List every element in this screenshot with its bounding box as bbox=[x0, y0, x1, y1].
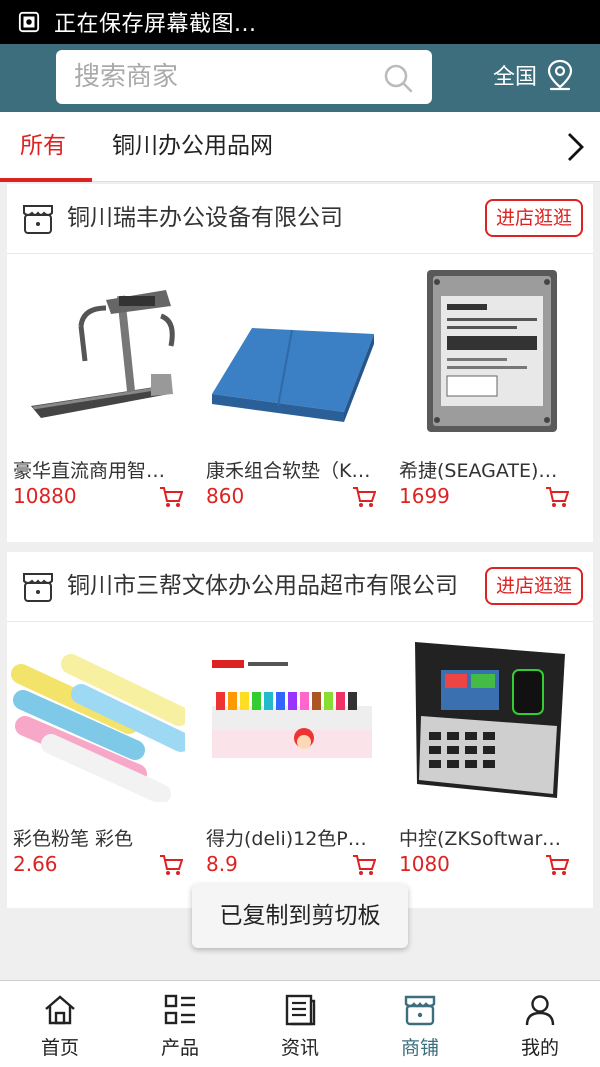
product-item[interactable]: 彩色粉笔 彩色 2.66 bbox=[7, 622, 187, 910]
location-pin-icon bbox=[547, 59, 573, 91]
toast-message: 已复制到剪切板 bbox=[192, 884, 408, 948]
shop-header: 铜川瑞丰办公设备有限公司 进店逛逛 bbox=[7, 184, 593, 254]
home-icon bbox=[45, 995, 75, 1025]
product-price: 10880 bbox=[13, 484, 77, 508]
grid-list-icon bbox=[164, 994, 195, 1025]
visit-shop-button[interactable]: 进店逛逛 bbox=[485, 199, 583, 237]
product-item[interactable]: 希捷(SEAGATE)企业级硬盘 1699 bbox=[393, 254, 573, 542]
product-price: 2.66 bbox=[13, 852, 58, 876]
blue-mat-image[interactable] bbox=[204, 266, 378, 434]
shop-card: 铜川瑞丰办公设备有限公司 进店逛逛 豪华直流商用智能跑步机 10880 bbox=[7, 184, 593, 542]
cart-icon[interactable] bbox=[352, 486, 376, 508]
cart-icon[interactable] bbox=[545, 854, 569, 876]
news-icon bbox=[285, 994, 316, 1026]
nav-news[interactable]: 资讯 bbox=[240, 981, 360, 1067]
shop-name[interactable]: 铜川市三帮文体办公用品超市有限公司 bbox=[67, 552, 477, 620]
shop-header: 铜川市三帮文体办公用品超市有限公司 进店逛逛 bbox=[7, 552, 593, 622]
nav-label: 产品 bbox=[160, 1037, 199, 1059]
category-tabs: 所有 铜川办公用品网 bbox=[0, 112, 600, 182]
store-icon bbox=[23, 205, 53, 234]
shop-card: 铜川市三帮文体办公用品超市有限公司 进店逛逛 彩色粉笔 彩色 2.66 得力(d… bbox=[7, 552, 593, 908]
product-price: 860 bbox=[206, 484, 245, 508]
nav-home[interactable]: 首页 bbox=[0, 981, 120, 1067]
bottom-nav: 首页 产品 资讯 商铺 我的 bbox=[0, 980, 600, 1067]
active-tab-indicator bbox=[0, 178, 92, 182]
tab-tongchuan-office[interactable]: 铜川办公用品网 bbox=[112, 112, 273, 182]
attendance-machine-image[interactable] bbox=[397, 634, 571, 802]
product-name: 康禾组合软垫（KH-001） bbox=[206, 460, 376, 482]
cart-icon[interactable] bbox=[352, 854, 376, 876]
product-item[interactable]: 中控(ZKSoftware)考勤机 1080 bbox=[393, 622, 573, 910]
cart-icon[interactable] bbox=[159, 854, 183, 876]
product-item[interactable]: 豪华直流商用智能跑步机 10880 bbox=[7, 254, 187, 542]
product-price: 1699 bbox=[399, 484, 450, 508]
header: 全国 bbox=[0, 44, 600, 112]
product-price: 1080 bbox=[399, 852, 450, 876]
markers-image[interactable] bbox=[204, 634, 378, 802]
nav-label: 资讯 bbox=[280, 1037, 319, 1059]
nav-label: 商铺 bbox=[400, 1037, 439, 1059]
store-icon bbox=[23, 573, 53, 602]
treadmill-image[interactable] bbox=[11, 266, 185, 434]
chevron-right-icon[interactable] bbox=[564, 130, 586, 164]
search-box[interactable] bbox=[56, 50, 432, 104]
cart-icon[interactable] bbox=[545, 486, 569, 508]
screenshot-icon bbox=[18, 11, 40, 33]
product-name: 豪华直流商用智能跑步机 bbox=[13, 460, 183, 482]
product-name: 希捷(SEAGATE)企业级硬盘 bbox=[399, 460, 569, 482]
region-label: 全国 bbox=[493, 65, 538, 90]
nav-shops[interactable]: 商铺 bbox=[360, 981, 480, 1067]
user-icon bbox=[525, 995, 555, 1026]
product-name: 中控(ZKSoftware)考勤机 bbox=[399, 828, 569, 850]
cart-icon[interactable] bbox=[159, 486, 183, 508]
nav-profile[interactable]: 我的 bbox=[480, 981, 600, 1067]
nav-label: 首页 bbox=[40, 1037, 79, 1059]
status-bar: 正在保存屏幕截图... bbox=[0, 0, 600, 44]
product-item[interactable]: 康禾组合软垫（KH-001） 860 bbox=[200, 254, 380, 542]
product-name: 得力(deli)12色POP唛克笔 bbox=[206, 828, 376, 850]
shop-icon bbox=[404, 995, 436, 1026]
shop-name[interactable]: 铜川瑞丰办公设备有限公司 bbox=[67, 184, 477, 252]
color-chalk-image[interactable] bbox=[11, 634, 185, 802]
product-price: 8.9 bbox=[206, 852, 238, 876]
nav-label: 我的 bbox=[520, 1037, 559, 1059]
product-item[interactable]: 得力(deli)12色POP唛克笔 8.9 bbox=[200, 622, 380, 910]
search-input[interactable] bbox=[74, 62, 364, 92]
visit-shop-button[interactable]: 进店逛逛 bbox=[485, 567, 583, 605]
nav-products[interactable]: 产品 bbox=[120, 981, 240, 1067]
product-name: 彩色粉笔 彩色 bbox=[13, 828, 134, 850]
status-text: 正在保存屏幕截图... bbox=[54, 12, 257, 37]
hard-drive-image[interactable] bbox=[397, 266, 571, 434]
tab-all[interactable]: 所有 bbox=[20, 112, 90, 182]
product-list: 豪华直流商用智能跑步机 10880 康禾组合软垫（KH-001） 860 bbox=[7, 254, 593, 542]
region-selector[interactable]: 全国 bbox=[493, 58, 575, 92]
product-list: 彩色粉笔 彩色 2.66 得力(deli)12色POP 8.9 中控(ZKSof… bbox=[7, 622, 593, 910]
search-icon[interactable] bbox=[382, 62, 414, 94]
